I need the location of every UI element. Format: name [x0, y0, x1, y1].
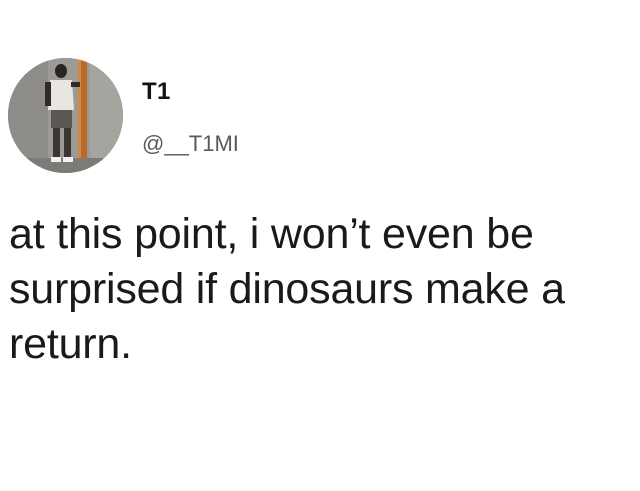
avatar-image — [8, 58, 123, 173]
display-name[interactable]: T1 — [142, 78, 171, 106]
user-handle[interactable]: @__T1MI — [142, 131, 239, 157]
tweet-card: T1 @__T1MI at this point, i won’t even b… — [0, 0, 640, 491]
avatar[interactable] — [8, 58, 123, 173]
tweet-text: at this point, i won’t even be surprised… — [9, 210, 565, 368]
